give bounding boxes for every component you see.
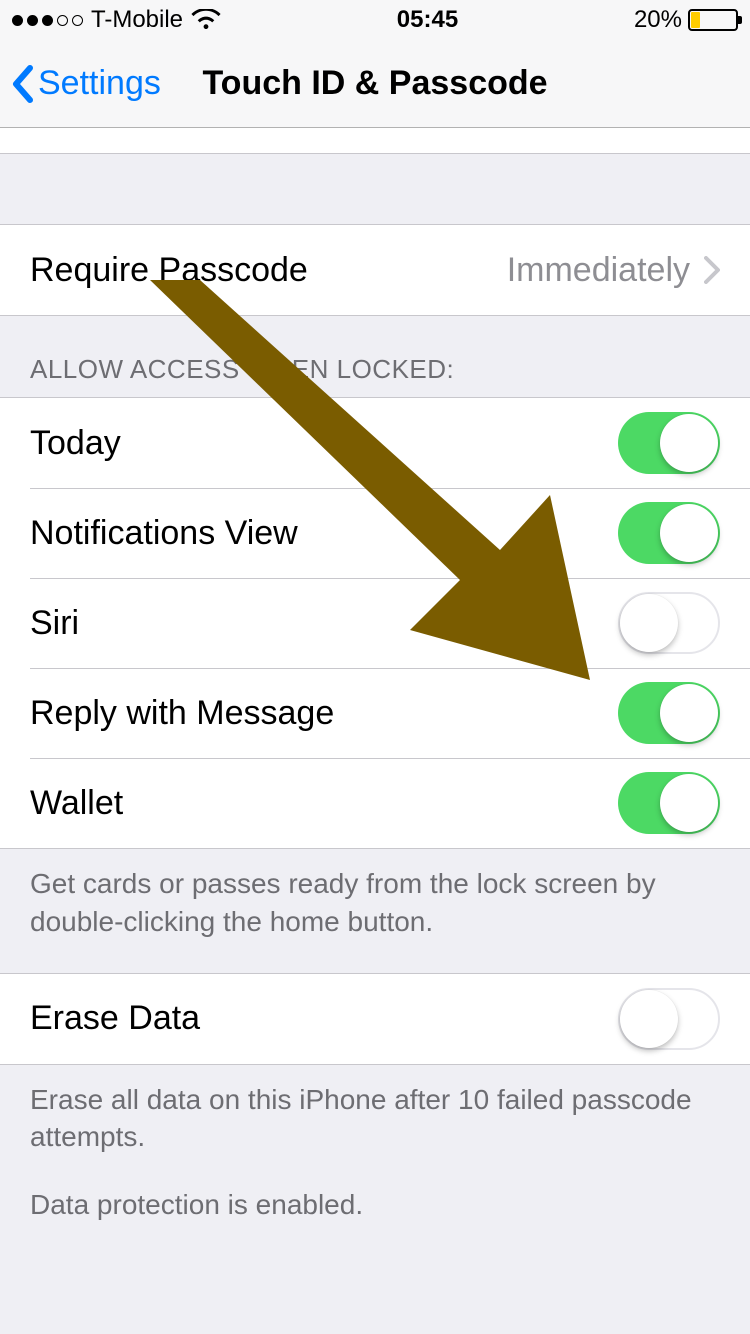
today-switch[interactable] <box>618 412 720 474</box>
signal-strength-icon <box>12 15 83 26</box>
erase-data-label: Erase Data <box>30 999 200 1038</box>
require-passcode-row[interactable]: Require Passcode Immediately <box>0 225 750 315</box>
wallet-label: Wallet <box>30 784 123 823</box>
notifications-view-label: Notifications View <box>30 514 298 553</box>
siri-label: Siri <box>30 604 79 643</box>
erase-data-footer-text-1: Erase all data on this iPhone after 10 f… <box>30 1081 720 1157</box>
require-passcode-label: Require Passcode <box>30 251 308 290</box>
wifi-icon <box>191 9 221 31</box>
today-row: Today <box>0 398 750 488</box>
status-bar: T-Mobile 05:45 20% <box>0 0 750 40</box>
status-right: 20% <box>634 6 738 34</box>
require-passcode-value: Immediately <box>507 251 690 290</box>
back-button[interactable]: Settings <box>0 64 161 104</box>
chevron-left-icon <box>10 64 34 104</box>
notifications-view-row: Notifications View <box>0 488 750 578</box>
erase-data-group: Erase Data <box>0 973 750 1065</box>
require-passcode-group: Require Passcode Immediately <box>0 224 750 316</box>
reply-with-message-switch[interactable] <box>618 682 720 744</box>
battery-icon <box>688 9 738 31</box>
reply-with-message-label: Reply with Message <box>30 694 334 733</box>
siri-row: Siri <box>0 578 750 668</box>
content: Change Passcode Require Passcode Immedia… <box>0 128 750 1256</box>
require-passcode-value-wrap: Immediately <box>507 251 720 290</box>
wallet-footer: Get cards or passes ready from the lock … <box>0 849 750 973</box>
back-label: Settings <box>38 64 161 103</box>
nav-bar: Settings Touch ID & Passcode <box>0 40 750 128</box>
wallet-footer-text: Get cards or passes ready from the lock … <box>30 865 720 941</box>
allow-access-group: Today Notifications View Siri Reply with… <box>0 397 750 849</box>
today-label: Today <box>30 424 121 463</box>
notifications-view-switch[interactable] <box>618 502 720 564</box>
status-left: T-Mobile <box>12 6 221 34</box>
wallet-row: Wallet <box>0 758 750 848</box>
erase-data-footer-text-2: Data protection is enabled. <box>30 1186 720 1224</box>
erase-data-row: Erase Data <box>0 974 750 1064</box>
carrier-label: T-Mobile <box>91 6 183 34</box>
erase-data-switch[interactable] <box>618 988 720 1050</box>
reply-with-message-row: Reply with Message <box>0 668 750 758</box>
wallet-switch[interactable] <box>618 772 720 834</box>
battery-percent-label: 20% <box>634 6 682 34</box>
allow-access-header: ALLOW ACCESS WHEN LOCKED: <box>0 316 750 397</box>
chevron-right-icon <box>704 256 720 284</box>
change-passcode-label: Change Passcode <box>30 128 308 129</box>
change-passcode-row[interactable]: Change Passcode <box>0 128 750 154</box>
clock-label: 05:45 <box>397 6 458 34</box>
erase-data-footer: Erase all data on this iPhone after 10 f… <box>0 1065 750 1256</box>
siri-switch[interactable] <box>618 592 720 654</box>
spacer <box>0 154 750 224</box>
